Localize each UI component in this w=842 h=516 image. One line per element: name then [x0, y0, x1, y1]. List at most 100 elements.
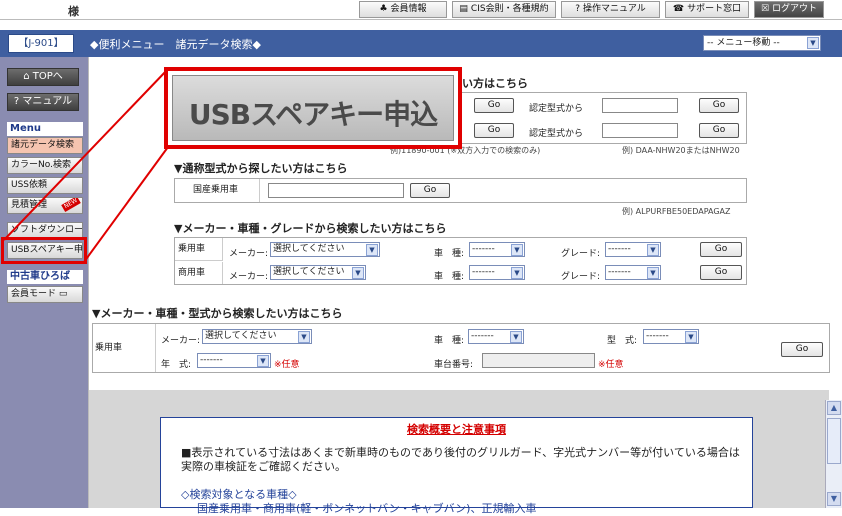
- chassis-number-input[interactable]: [482, 353, 595, 368]
- chevron-down-icon: ▼: [298, 331, 310, 343]
- grade-select[interactable]: ------- ▼: [605, 265, 661, 280]
- notice-body: ■表示されている寸法はあくまで新車時のものであり後付のグリルガード、字光式ナンバ…: [181, 446, 740, 473]
- user-honorific: 様: [68, 5, 79, 18]
- common-type-input[interactable]: [268, 183, 404, 198]
- section4-table: 乗用車 メーカー: 選択してください ▼ 車 種: ------- ▼ 型 式: -…: [92, 323, 830, 373]
- chevron-down-icon: ▼: [352, 267, 364, 279]
- scroll-thumb[interactable]: [827, 418, 841, 464]
- sidebar-item-uss-request[interactable]: USS依頼: [7, 177, 83, 194]
- section1-table: Go 認定型式から Go Go 認定型式から Go: [460, 92, 747, 144]
- scroll-up-icon[interactable]: ▲: [827, 401, 841, 415]
- sidebar-item-color-search[interactable]: カラーNo.検索: [7, 157, 83, 174]
- approval-type-input[interactable]: [602, 98, 678, 113]
- year-select[interactable]: ------- ▼: [197, 353, 271, 368]
- type-select[interactable]: ------- ▼: [643, 329, 699, 344]
- scrollbar[interactable]: ▲ ▼: [825, 400, 842, 508]
- rules-button[interactable]: ▤ CIS会則・各種規約: [452, 1, 556, 18]
- manual-button[interactable]: ? 操作マニュアル: [561, 1, 660, 18]
- go-button[interactable]: Go: [699, 123, 739, 138]
- scroll-down-icon[interactable]: ▼: [827, 492, 841, 506]
- help-icon: ?: [575, 4, 581, 14]
- usb-item-highlight: [1, 237, 87, 264]
- approval-type-input[interactable]: [602, 123, 678, 138]
- go-button[interactable]: Go: [700, 265, 742, 280]
- sidebar-item-spec-search[interactable]: 諸元データ検索: [7, 137, 83, 154]
- row-label: 乗用車: [175, 238, 223, 261]
- chevron-down-icon: ▼: [647, 244, 659, 256]
- model-select[interactable]: ------- ▼: [469, 265, 525, 280]
- top-button[interactable]: ⌂ TOPへ: [7, 68, 79, 86]
- go-button[interactable]: Go: [781, 342, 823, 357]
- grade-select[interactable]: ------- ▼: [605, 242, 661, 257]
- chevron-down-icon: ▼: [511, 244, 523, 256]
- notice-target-vehicles: 国産乗用車・商用車(軽・ボンネットバン・キャブバン)、正規輸入車: [197, 502, 537, 515]
- section3-heading: ▼メーカー・車種・グレードから検索したい方はこちら: [174, 222, 447, 235]
- grade-label: グレード:: [561, 272, 601, 282]
- page-code: 【J-901】: [8, 34, 74, 53]
- model-label: 車 種:: [434, 336, 465, 346]
- usb-callout-text: USBスペアキー申込: [188, 98, 438, 131]
- optional-note: ※任意: [598, 360, 624, 370]
- maker-select[interactable]: 選択してください ▼: [270, 242, 380, 257]
- member-mode-button[interactable]: 会員モード ▭: [7, 286, 83, 303]
- year-label: 年 式:: [161, 360, 192, 370]
- chevron-down-icon: ▼: [257, 355, 269, 367]
- section1-heading: い方はこちら: [462, 77, 528, 90]
- menu-heading: Menu: [7, 122, 83, 136]
- phone-icon: ☎: [672, 4, 685, 14]
- chassis-label: 車台番号:: [434, 360, 474, 370]
- optional-note: ※任意: [274, 360, 300, 370]
- club-icon: ♣: [379, 4, 388, 14]
- chevron-down-icon: ▼: [807, 37, 819, 49]
- menu-jump-select[interactable]: -- メニュー移動 -- ▼: [703, 35, 821, 51]
- approval-type-label: 認定型式から: [529, 104, 584, 114]
- close-box-icon: ☒: [760, 4, 770, 14]
- top-bar: 様 ♣ 会員情報 ▤ CIS会則・各種規約 ? 操作マニュアル ☎ サポート窓口 ☒ ログ…: [0, 0, 842, 20]
- maker-label: メーカー:: [229, 249, 269, 259]
- section2-table: 国産乗用車 Go: [174, 178, 747, 203]
- model-select[interactable]: ------- ▼: [469, 242, 525, 257]
- row-label: 乗用車: [93, 324, 156, 372]
- list-icon: ▤: [459, 4, 468, 14]
- sidebar-item-estimate[interactable]: 見積管理 NEW: [7, 197, 83, 214]
- notice-title[interactable]: 検索概要と注意事項: [161, 421, 752, 437]
- section2-heading: ▼通称型式から探したい方はこちら: [174, 162, 348, 175]
- usb-callout-zoom: USBスペアキー申込: [164, 67, 462, 149]
- new-badge: NEW: [61, 198, 81, 213]
- model-label: 車 種:: [434, 249, 465, 259]
- row-label: 商用車: [175, 262, 223, 284]
- model-label: 車 種:: [434, 272, 465, 282]
- go-button[interactable]: Go: [410, 183, 450, 198]
- member-info-button[interactable]: ♣ 会員情報: [359, 1, 447, 18]
- used-car-heading: 中古車ひろば: [7, 270, 83, 284]
- chevron-down-icon: ▼: [647, 267, 659, 279]
- page-title: ◆便利メニュー 諸元データ検索◆: [90, 38, 261, 51]
- usb-callout-button: USBスペアキー申込: [172, 75, 454, 141]
- section1-example-right: 例) DAA-NHW20またはNHW20: [622, 146, 740, 155]
- go-button[interactable]: Go: [699, 98, 739, 113]
- go-button[interactable]: Go: [474, 123, 514, 138]
- support-button[interactable]: ☎ サポート窓口: [665, 1, 749, 18]
- chevron-down-icon: ▼: [685, 331, 697, 343]
- logout-button[interactable]: ☒ ログアウト: [754, 1, 824, 18]
- go-button[interactable]: Go: [700, 242, 742, 257]
- maker-label: メーカー:: [229, 272, 269, 282]
- maker-label: メーカー:: [161, 336, 201, 346]
- maker-select[interactable]: 選択してください ▼: [202, 329, 312, 344]
- maker-select[interactable]: 選択してください ▼: [270, 265, 366, 280]
- approval-type-label: 認定型式から: [529, 129, 584, 139]
- row-label: 国産乗用車: [175, 179, 260, 202]
- chevron-down-icon: ▼: [511, 267, 523, 279]
- section3-table: 乗用車 メーカー: 選択してください ▼ 車 種: ------- ▼ グレード: …: [174, 237, 747, 285]
- window-icon: ▭: [58, 289, 68, 299]
- section2-example: 例) ALPURFBE50EDAPAGAZ: [622, 207, 731, 216]
- model-select[interactable]: ------- ▼: [468, 329, 524, 344]
- go-button[interactable]: Go: [474, 98, 514, 113]
- section4-heading: ▼メーカー・車種・型式から検索したい方はこちら: [92, 307, 343, 320]
- sidebar: ⌂ TOPへ ? マニュアル Menu 諸元データ検索 カラーNo.検索 USS…: [0, 57, 88, 508]
- home-icon: ⌂: [23, 71, 33, 82]
- chevron-down-icon: ▼: [510, 331, 522, 343]
- chevron-down-icon: ▼: [366, 244, 378, 256]
- header-bar: 【J-901】 ◆便利メニュー 諸元データ検索◆ -- メニュー移動 -- ▼: [0, 30, 842, 57]
- sidebar-manual-button[interactable]: ? マニュアル: [7, 93, 79, 111]
